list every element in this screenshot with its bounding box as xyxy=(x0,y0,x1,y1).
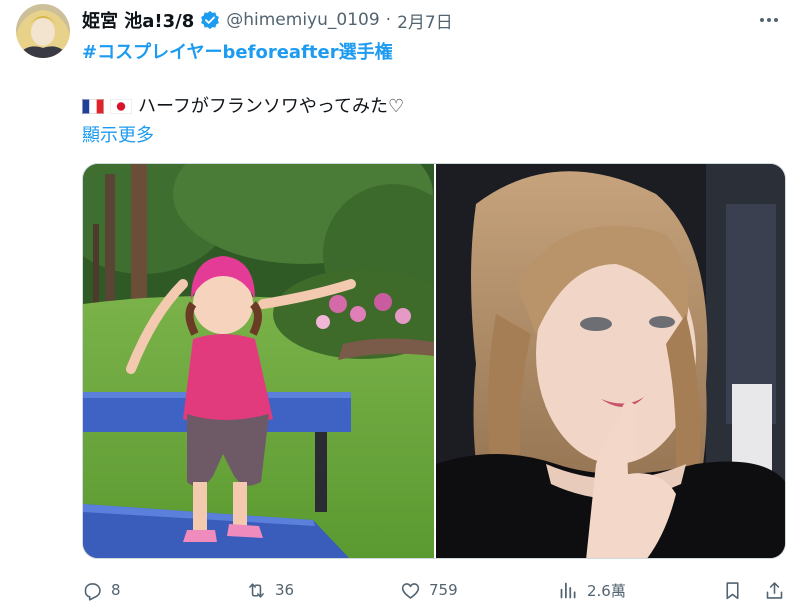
show-more-link[interactable]: 顯示更多 xyxy=(82,121,154,147)
france-flag-icon xyxy=(82,98,104,114)
views-button[interactable]: 2.6萬 xyxy=(558,575,626,605)
like-button[interactable]: 759 xyxy=(400,575,458,605)
japan-flag-icon xyxy=(109,98,133,114)
views-count: 2.6萬 xyxy=(587,581,626,600)
tweet-date[interactable]: 2月7日 xyxy=(397,8,453,33)
action-bar: 8 36 759 2.6萬 xyxy=(82,575,787,605)
separator-dot: · xyxy=(385,10,392,30)
reply-button[interactable]: 8 xyxy=(82,575,121,605)
tweet-text: ハーフがフランソワやってみた♡ xyxy=(82,92,404,118)
retweet-count: 36 xyxy=(275,581,295,599)
reply-icon xyxy=(84,582,101,601)
media-grid xyxy=(82,163,786,559)
tweet-header: 姫宮 池a!3/8 @himemiyu_0109 · 2月7日 xyxy=(82,6,453,34)
share-icon xyxy=(766,581,783,599)
verified-badge-icon xyxy=(200,10,220,30)
user-handle[interactable]: @himemiyu_0109 xyxy=(226,10,379,30)
share-button[interactable] xyxy=(764,575,785,605)
bookmark-button[interactable] xyxy=(722,575,743,605)
bookmark-icon xyxy=(726,581,739,599)
after-photo[interactable] xyxy=(436,164,785,558)
display-name[interactable]: 姫宮 池a!3/8 xyxy=(82,7,194,33)
more-options-icon[interactable] xyxy=(755,6,783,34)
reply-count: 8 xyxy=(111,581,121,599)
tweet-text-content: ハーフがフランソワやってみた♡ xyxy=(138,96,405,117)
retweet-button[interactable]: 36 xyxy=(246,575,294,605)
like-icon xyxy=(401,582,420,599)
views-icon xyxy=(560,582,576,598)
hashtag-link[interactable]: #コスプレイヤーbeforeafter選手権 xyxy=(82,38,393,64)
before-photo[interactable] xyxy=(83,164,463,558)
avatar[interactable] xyxy=(16,4,70,58)
avatar-image xyxy=(16,4,70,58)
retweet-icon xyxy=(249,582,264,598)
like-count: 759 xyxy=(429,581,458,599)
